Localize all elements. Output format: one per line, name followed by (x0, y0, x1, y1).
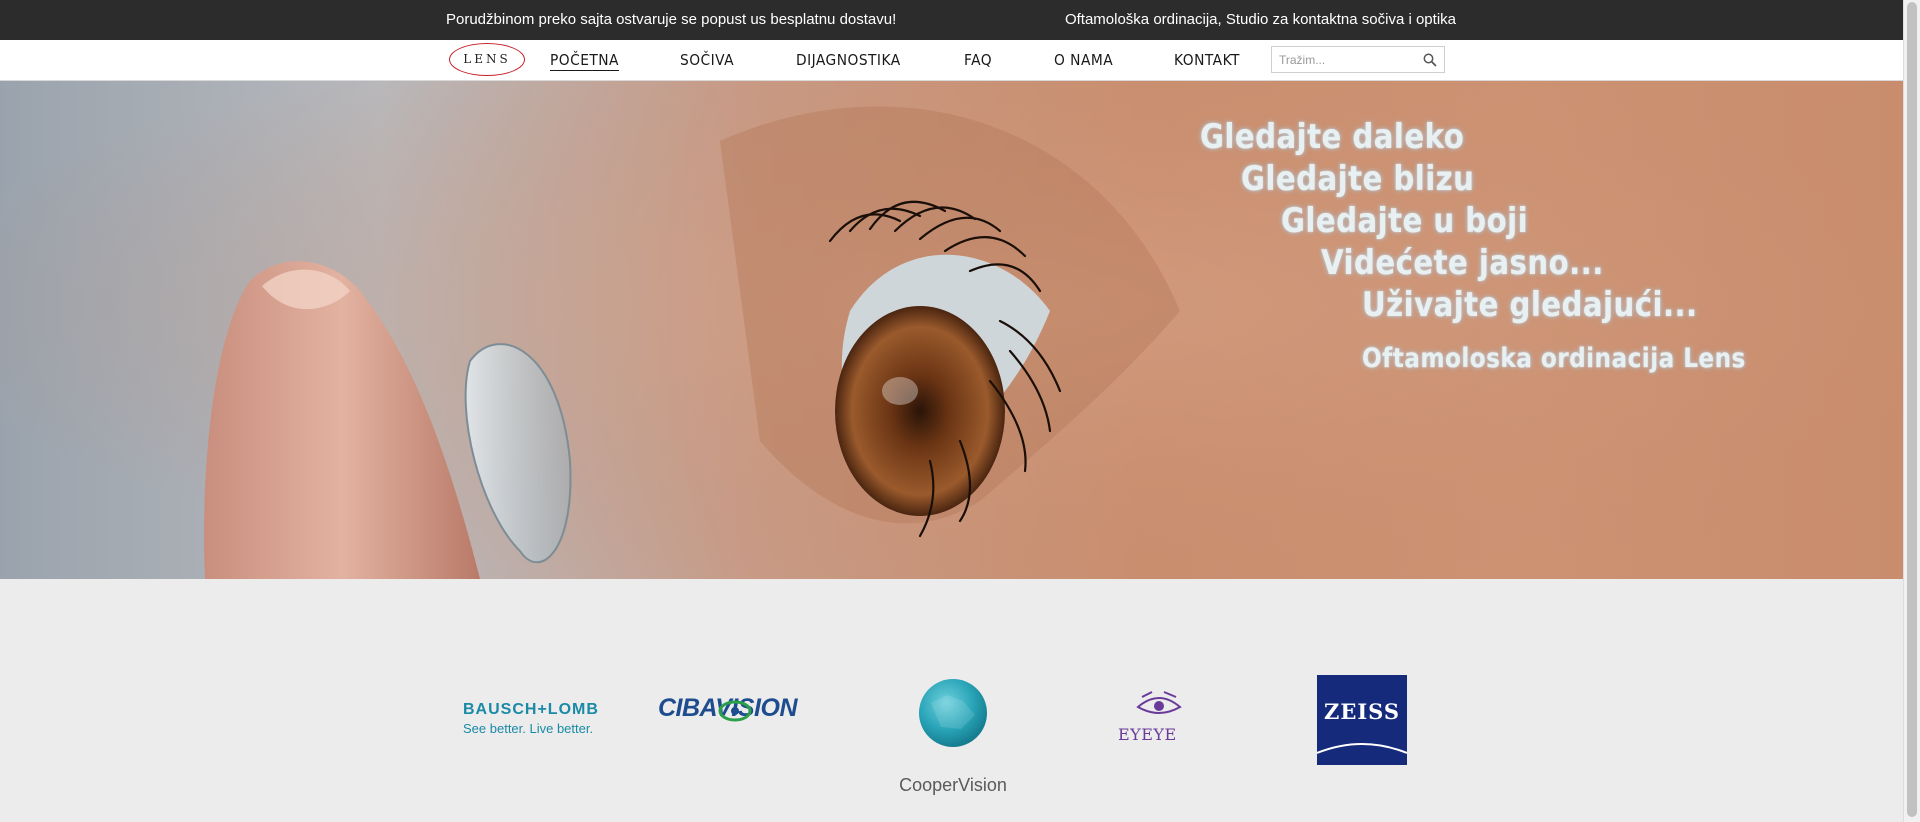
search-box (1271, 46, 1445, 73)
cooper-vision-logo-text: CooperVision (899, 775, 1007, 795)
bausch-lomb-logo-text: BAUSCH+LOMB (463, 701, 599, 718)
zeiss-logo: ZEISS (1317, 675, 1407, 765)
zeiss-arc-icon (1317, 743, 1407, 765)
top-announcement-bar: Porudžbinom preko sajta ostvaruje se pop… (0, 0, 1904, 40)
zeiss-logo-text: ZEISS (1323, 699, 1401, 724)
cooper-vision-globe-icon (919, 679, 987, 747)
hero-clinic-name: Oftamoloska ordinacija Lens (1362, 343, 1746, 374)
nav-item-pocetna[interactable]: POČETNA (550, 51, 619, 71)
nav-item-kontakt[interactable]: KONTAKT (1174, 51, 1240, 69)
nav-item-sociva[interactable]: SOČIVA (680, 51, 734, 69)
promo-text: Porudžbinom preko sajta ostvaruje se pop… (446, 11, 897, 28)
logo-text: LENS (463, 52, 511, 66)
nav-item-faq[interactable]: FAQ (964, 51, 992, 69)
bausch-lomb-tagline: See better. Live better. (463, 721, 594, 736)
brand-eyeye[interactable]: EYEYE (1118, 689, 1198, 749)
hero-banner: Gledajte daleko Gledajte blizu Gledajte … (0, 81, 1904, 579)
brand-logos-section: BAUSCH+LOMB See better. Live better. CIB… (0, 579, 1904, 822)
ciba-swoosh-icon (718, 700, 752, 722)
eyeye-eye-icon (1136, 691, 1182, 714)
page-scrollbar[interactable] (1903, 0, 1920, 822)
search-input[interactable] (1279, 51, 1414, 69)
brand-bausch-lomb[interactable]: BAUSCH+LOMB See better. Live better. (463, 701, 623, 741)
search-icon[interactable] (1423, 53, 1437, 67)
nav-item-dijagnostika[interactable]: DIJAGNOSTIKA (796, 51, 901, 69)
clinic-tagline: Oftamološka ordinacija, Studio za kontak… (1064, 11, 1456, 28)
hero-line-4: Videćete jasno... (1321, 243, 1604, 283)
brand-ciba-vision[interactable]: CIBAVISION (658, 694, 838, 729)
brand-cooper-vision[interactable]: CooperVision (893, 677, 1013, 802)
lens-logo[interactable]: LENS (449, 43, 525, 76)
hero-line-5: Uživajte gledajući... (1362, 285, 1698, 325)
hero-line-1: Gledajte daleko (1200, 117, 1465, 157)
hero-line-3: Gledajte u boji (1281, 201, 1529, 241)
brand-zeiss[interactable]: ZEISS (1317, 675, 1407, 767)
scrollbar-thumb[interactable] (1907, 2, 1917, 817)
nav-item-o-nama[interactable]: O NAMA (1054, 51, 1113, 69)
hero-line-2: Gledajte blizu (1241, 159, 1475, 199)
eyeye-logo-text: EYEYE (1118, 725, 1177, 744)
hero-image (0, 81, 1904, 579)
main-navigation: LENS POČETNA SOČIVA DIJAGNOSTIKA FAQ O N… (0, 40, 1904, 81)
